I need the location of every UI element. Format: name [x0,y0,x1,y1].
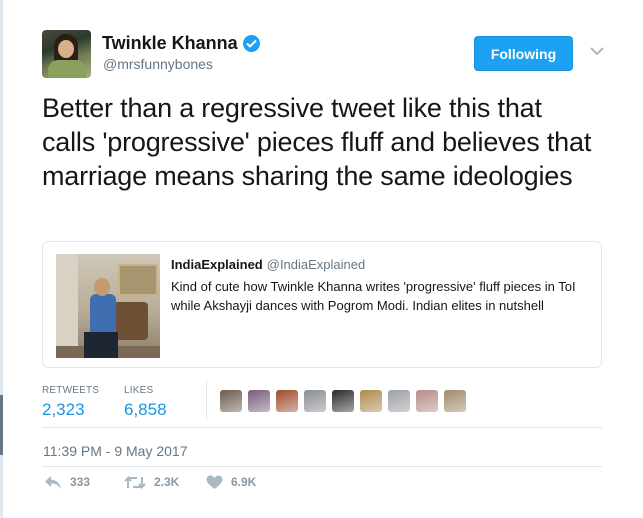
likes-value: 6,858 [124,400,167,419]
retweet-count: 2.3K [154,475,180,489]
stat-divider [206,380,207,420]
liker-avatar[interactable] [332,390,354,412]
retweet-icon [124,475,146,489]
liker-avatar[interactable] [416,390,438,412]
user-handle[interactable]: @mrsfunnybones [103,56,213,72]
reply-icon [45,475,61,489]
chevron-down-icon[interactable] [589,44,605,56]
liker-avatar[interactable] [276,390,298,412]
heart-icon [206,475,223,489]
likes-stat[interactable]: LIKES 6,858 [124,385,167,420]
divider [42,427,602,428]
name-row: Twinkle Khanna [102,33,260,54]
reply-button[interactable]: 333 [44,473,90,491]
liker-avatar[interactable] [304,390,326,412]
tweet-card: Twinkle Khanna @mrsfunnybones Following … [0,0,643,518]
liker-avatar[interactable] [444,390,466,412]
like-count: 6.9K [231,475,257,489]
liker-avatar[interactable] [360,390,382,412]
retweet-button[interactable]: 2.3K [124,473,179,491]
quoted-tweet-text: Kind of cute how Twinkle Khanna writes '… [171,279,576,313]
quoted-tweet-image[interactable] [56,254,160,358]
verified-badge-icon [242,35,260,52]
quoted-handle: @IndiaExplained [266,257,366,272]
following-button[interactable]: Following [474,36,573,71]
reply-count: 333 [70,475,91,489]
quoted-tweet-header: IndiaExplained @IndiaExplained [171,257,365,272]
liker-avatars [220,390,472,412]
divider [42,466,602,467]
timestamp[interactable]: 11:39 PM - 9 May 2017 [43,443,187,459]
retweets-value: 2,323 [42,400,85,419]
display-name[interactable]: Twinkle Khanna [102,33,238,54]
likes-label: LIKES [124,385,154,396]
liker-avatar[interactable] [248,390,270,412]
retweets-stat[interactable]: RETWEETS 2,323 [42,385,99,420]
retweets-label: RETWEETS [42,385,100,396]
quoted-tweet[interactable]: IndiaExplained @IndiaExplained Kind of cu… [42,241,602,368]
liker-avatar[interactable] [220,390,242,412]
liker-avatar[interactable] [388,390,410,412]
quoted-display-name: IndiaExplained [171,257,263,272]
avatar[interactable] [42,30,91,78]
like-button[interactable]: 6.9K [206,473,256,491]
tweet-text: Better than a regressive tweet like this… [42,93,592,191]
